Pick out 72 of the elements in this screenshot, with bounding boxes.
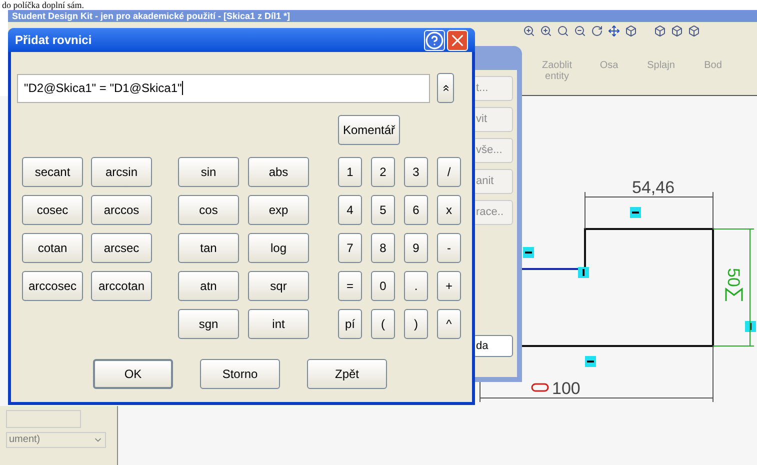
key-button[interactable]: - — [437, 233, 461, 263]
key-button[interactable]: 3 — [404, 157, 428, 187]
comment-button[interactable]: Komentář — [338, 115, 400, 145]
zoom-out-icon[interactable] — [574, 25, 586, 37]
key-button[interactable]: 5 — [371, 195, 395, 225]
key-button[interactable]: ^ — [437, 309, 461, 339]
key-button[interactable]: ( — [371, 309, 395, 339]
function-button[interactable]: arccos — [91, 195, 152, 225]
key-button[interactable]: 2 — [371, 157, 395, 187]
input-field[interactable] — [6, 410, 81, 428]
key-button[interactable]: 8 — [371, 233, 395, 263]
close-button[interactable] — [447, 30, 468, 50]
key-button[interactable]: = — [338, 271, 362, 301]
equation-field[interactable]: "D2@Skica1" = "D1@Skica1" — [17, 74, 430, 102]
caption: do políčka doplní sám. — [2, 0, 84, 10]
link-icon — [531, 383, 549, 392]
app-title-bar: Student Design Kit - jen pro akademické použití - [Skica1 z Díl1 *] — [8, 10, 757, 22]
function-button[interactable]: arcsin — [91, 157, 152, 187]
cube-icon[interactable] — [671, 25, 683, 37]
function-button[interactable]: arccotan — [91, 271, 152, 301]
dialog-button[interactable]: Zpět — [307, 359, 387, 389]
help-button[interactable] — [424, 30, 445, 50]
constraint-icon[interactable] — [523, 247, 534, 258]
cube-icon[interactable] — [688, 25, 700, 37]
function-button[interactable]: exp — [248, 195, 309, 225]
key-button[interactable]: / — [437, 157, 461, 187]
function-button[interactable]: int — [248, 309, 309, 339]
function-button[interactable]: atn — [178, 271, 239, 301]
cube-icon[interactable] — [654, 25, 666, 37]
dialog-button[interactable]: OK — [93, 359, 173, 389]
dialog-title: Přidat rovnici — [15, 32, 93, 49]
function-button[interactable]: cosec — [22, 195, 83, 225]
function-button[interactable]: sgn — [178, 309, 239, 339]
dropdown[interactable]: ument) — [6, 432, 106, 448]
function-button[interactable]: abs — [248, 157, 309, 187]
function-button[interactable]: cotan — [22, 233, 83, 263]
constraint-icon[interactable] — [578, 267, 589, 278]
key-button[interactable]: 1 — [338, 157, 362, 187]
dialog-button[interactable]: da — [473, 335, 513, 357]
function-button[interactable]: log — [248, 233, 309, 263]
function-button[interactable]: tan — [178, 233, 239, 263]
key-button[interactable]: 7 — [338, 233, 362, 263]
key-button[interactable]: . — [404, 271, 428, 301]
key-button[interactable]: 0 — [371, 271, 395, 301]
constraint-icon[interactable] — [585, 356, 596, 367]
key-button[interactable]: 9 — [404, 233, 428, 263]
function-button[interactable]: sqr — [248, 271, 309, 301]
function-button[interactable]: secant — [22, 157, 83, 187]
constraint-icon[interactable] — [745, 321, 756, 332]
function-button[interactable]: arccosec — [22, 271, 83, 301]
dialog-button[interactable]: Storno — [200, 359, 280, 389]
rotate-icon[interactable] — [591, 25, 603, 37]
search-icon[interactable] — [557, 25, 569, 37]
move-icon[interactable] — [608, 25, 620, 37]
function-button[interactable]: cos — [178, 195, 239, 225]
expand-button[interactable] — [437, 73, 454, 103]
function-button[interactable]: arcsec — [91, 233, 152, 263]
key-button[interactable]: 6 — [404, 195, 428, 225]
key-button[interactable]: pí — [338, 309, 362, 339]
key-button[interactable]: ) — [404, 309, 428, 339]
sigma-icon — [725, 288, 743, 301]
chevrons-up-icon — [440, 83, 450, 93]
zoom-in-icon[interactable] — [540, 25, 552, 37]
cube-icon[interactable] — [625, 25, 637, 37]
function-button[interactable]: sin — [178, 157, 239, 187]
zoom-in-icon[interactable] — [523, 25, 535, 37]
key-button[interactable]: x — [437, 195, 461, 225]
key-button[interactable]: 4 — [338, 195, 362, 225]
dimension-value[interactable]: 100 — [552, 379, 580, 398]
key-button[interactable]: + — [437, 271, 461, 301]
dimension-value[interactable]: 54,46 — [632, 178, 675, 197]
constraint-icon[interactable] — [630, 207, 641, 218]
